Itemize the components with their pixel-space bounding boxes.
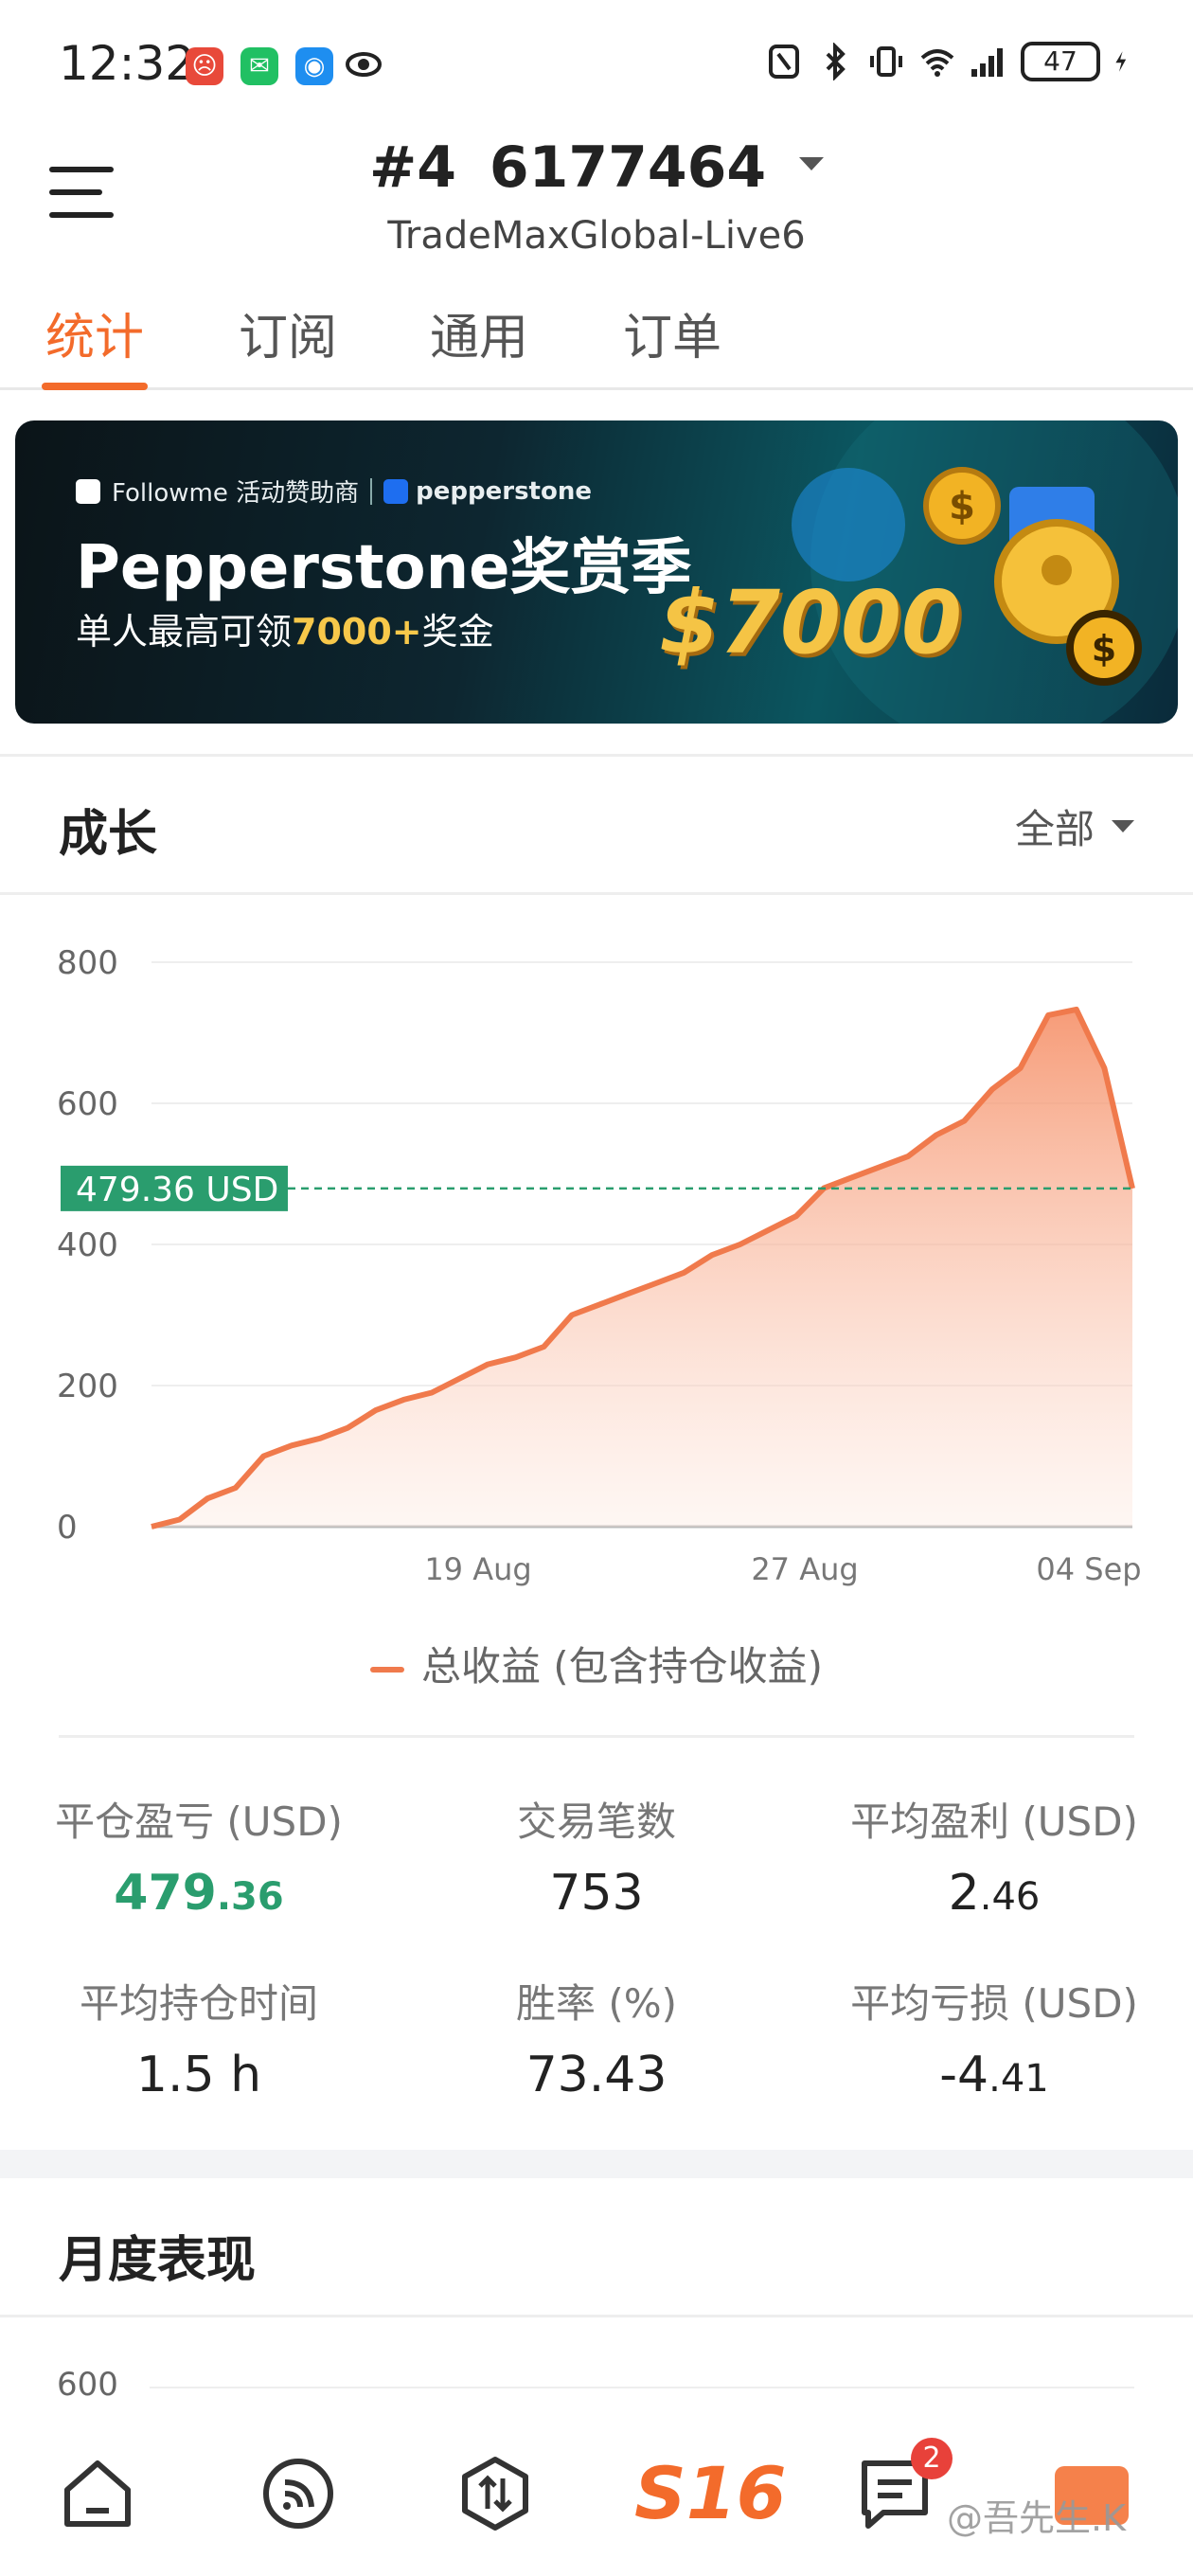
stat-value: 479.36: [114, 1865, 284, 1922]
status-icons: 47: [765, 42, 1136, 81]
section-divider: [0, 754, 1193, 757]
banner-subtitle-suffix: 奖金: [421, 611, 494, 653]
legend-swatch: [369, 1666, 404, 1673]
tab-subscription[interactable]: 订阅: [239, 297, 337, 390]
y-tick-label: 200: [57, 1368, 118, 1405]
banner-sponsor-text: Followme 活动赞助商: [112, 479, 360, 508]
banner-subtitle-prefix: 单人最高可领: [76, 611, 293, 653]
y-tick-label: 800: [57, 944, 118, 982]
chevron-down-icon: [1112, 820, 1134, 832]
bottom-nav: S16 2 @吾先生.K: [0, 2413, 1193, 2576]
status-time: 12:32: [59, 36, 196, 91]
gold-coin-icon: $ $: [923, 467, 1142, 686]
monthly-title: 月度表现: [59, 2232, 257, 2289]
stat-value: 2.46: [948, 1865, 1041, 1922]
promo-banner[interactable]: Followme 活动赞助商 pepperstone Pepperstone奖赏…: [15, 420, 1178, 724]
account-prefix: #4: [368, 134, 456, 201]
svg-text:$: $: [1092, 628, 1116, 670]
nav-home[interactable]: [55, 2451, 140, 2536]
chevron-down-icon: [799, 157, 825, 171]
current-value-label: 479.36 USD: [76, 1171, 278, 1209]
account-selector[interactable]: #4 6177464: [0, 134, 1193, 201]
followme-logo-icon: [76, 478, 100, 504]
tab-orders[interactable]: 订单: [623, 297, 721, 390]
watermark: @吾先生.K: [947, 2497, 1126, 2539]
stat-avg-loss: 平均亏损 (USD) -4.41: [795, 1972, 1193, 2103]
section-divider: [59, 1735, 1134, 1738]
growth-area: [151, 1009, 1132, 1527]
wechat-icon: ✉: [240, 47, 278, 85]
x-tick-label: 19 Aug: [424, 1551, 531, 1587]
bluetooth-icon: [826, 43, 846, 80]
tab-statistics[interactable]: 统计: [41, 297, 149, 390]
stat-value: 753: [549, 1865, 644, 1922]
nav-trade[interactable]: [453, 2451, 538, 2536]
banner-divider: [370, 477, 373, 505]
status-bar: 12:32 ☹ ✉ ◉ 47: [0, 0, 1193, 133]
nfc-icon: [769, 45, 799, 79]
stat-trade-count: 交易笔数 753: [398, 1790, 795, 1922]
pepperstone-brand-text: pepperstone: [416, 476, 592, 506]
battery-indicator: 47: [1021, 42, 1100, 81]
stat-closed-pnl: 平仓盈亏 (USD) 479.36: [0, 1790, 398, 1922]
banner-sponsor-row: Followme 活动赞助商 pepperstone: [76, 474, 592, 509]
tab-bar: 统计 订阅 通用 订单: [0, 284, 1193, 390]
legend-label: 总收益 (包含持仓收益): [420, 1643, 824, 1690]
stat-label: 平均盈利 (USD): [850, 1798, 1138, 1845]
pepperstone-logo: pepperstone: [383, 477, 592, 506]
range-selector-label: 全部: [1014, 806, 1095, 852]
banner-title: Pepperstone奖赏季: [76, 533, 692, 603]
stat-value: -4.41: [939, 2047, 1049, 2103]
stat-avg-profit: 平均盈利 (USD) 2.46: [795, 1790, 1193, 1922]
stat-value: 1.5 h: [135, 2047, 262, 2103]
wifi-icon: [920, 49, 954, 77]
stat-label: 胜率 (%): [515, 1980, 678, 2027]
stat-value: 73.43: [525, 2047, 668, 2103]
stat-avg-holding-time: 平均持仓时间 1.5 h: [0, 1972, 398, 2103]
account-number: 6177464: [489, 134, 767, 201]
account-server: TradeMaxGlobal-Live6: [387, 214, 806, 258]
tab-general[interactable]: 通用: [430, 297, 528, 390]
y-tick-label: 0: [57, 1509, 78, 1547]
rss-icon: [263, 2459, 333, 2529]
notification-app-icon: ☹: [186, 47, 223, 85]
section-divider: [0, 2315, 1193, 2317]
stat-label: 平仓盈亏 (USD): [55, 1798, 343, 1845]
stat-label: 平均持仓时间: [79, 1980, 318, 2027]
y-tick-label: 600: [57, 1085, 118, 1123]
notification-badge: 2: [911, 2438, 953, 2479]
trade-icon: [462, 2457, 528, 2531]
charging-icon: [1115, 51, 1127, 72]
banner-subtitle: 单人最高可领7000+奖金: [76, 602, 494, 654]
svg-text:$: $: [949, 485, 975, 528]
section-gap: [0, 2150, 1193, 2178]
pepperstone-logo-icon: [383, 478, 409, 504]
message-icon: ◉: [295, 47, 333, 85]
nav-feed[interactable]: [256, 2451, 341, 2536]
section-divider: [0, 892, 1193, 895]
home-icon: [64, 2460, 131, 2527]
nav-logo[interactable]: S16: [634, 2451, 787, 2535]
signal-icon: [971, 48, 1003, 77]
vibrate-icon: [870, 46, 902, 77]
banner-subtitle-highlight: 7000+: [292, 611, 422, 653]
growth-chart: 0 200 400 600 800 479.36 USD 19 Aug 27 Aug 04 …: [57, 944, 1142, 1587]
x-tick-label: 27 Aug: [751, 1551, 858, 1587]
eye-icon: [346, 52, 382, 77]
stat-label: 交易笔数: [516, 1798, 676, 1845]
monthly-gridline: [150, 2387, 1134, 2388]
stat-label: 平均亏损 (USD): [850, 1980, 1138, 2027]
stat-win-rate: 胜率 (%) 73.43: [398, 1972, 795, 2103]
growth-title: 成长: [59, 806, 158, 863]
chart-legend[interactable]: 总收益 (包含持仓收益): [0, 1635, 1193, 1692]
x-tick-label: 04 Sep: [1036, 1551, 1141, 1587]
range-selector[interactable]: 全部: [1015, 797, 1134, 855]
y-tick-label: 400: [57, 1226, 118, 1264]
monthly-axis-tick: 600: [57, 2366, 118, 2404]
